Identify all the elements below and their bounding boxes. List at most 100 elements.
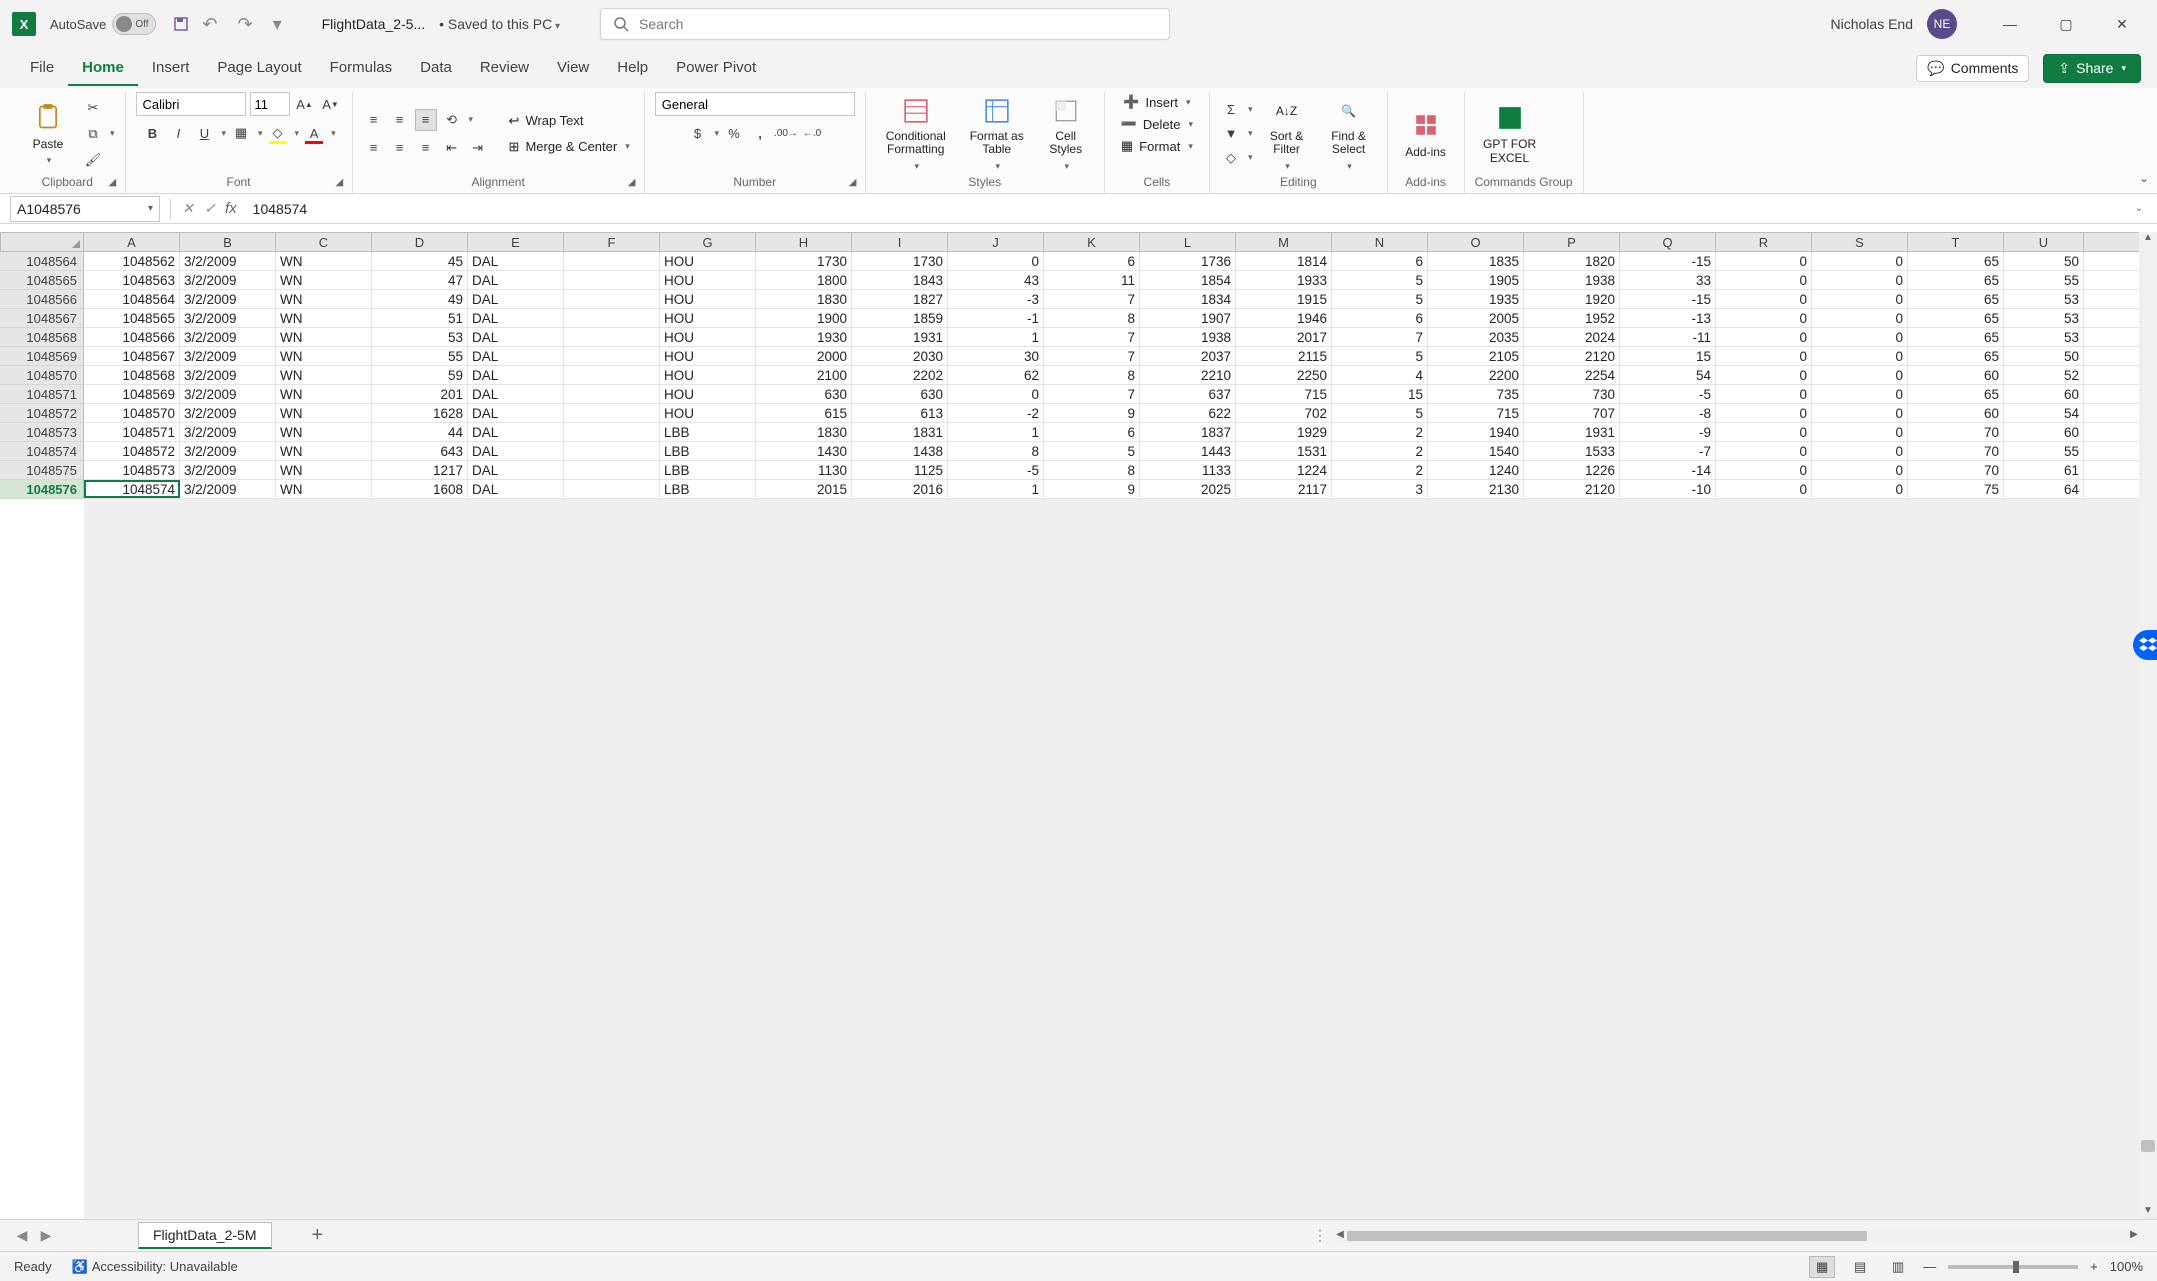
cell[interactable]: 61 [2004,461,2084,479]
cell[interactable]: 715 [1428,404,1524,422]
column-header[interactable]: J [948,233,1044,251]
column-header[interactable]: G [660,233,756,251]
cell[interactable]: 1907 [1140,309,1236,327]
cell[interactable]: HOU [660,309,756,327]
cell[interactable]: 1048574 [84,480,180,498]
vscroll-thumb[interactable] [2141,1140,2155,1152]
username[interactable]: Nicholas End [1831,16,1914,32]
cell[interactable]: 3/2/2009 [180,404,276,422]
cell[interactable]: DAL [468,461,564,479]
sheet-nav-next[interactable]: ▶ [34,1227,58,1244]
sheet-options-icon[interactable]: ⋮ [1313,1227,1327,1244]
cell[interactable]: 1827 [852,290,948,308]
tab-file[interactable]: File [16,51,68,86]
cell[interactable]: -14 [1620,461,1716,479]
cell[interactable]: 55 [2004,442,2084,460]
tab-help[interactable]: Help [603,51,662,86]
cell[interactable]: 1430 [756,442,852,460]
scroll-down-icon[interactable]: ▼ [2139,1205,2157,1219]
cell[interactable]: 65 [1908,328,2004,346]
qat-more-icon[interactable]: ▾ [273,14,282,35]
cell[interactable]: HOU [660,271,756,289]
formula-input[interactable]: 1048574 [245,201,2129,217]
cell[interactable]: WN [276,442,372,460]
collapse-ribbon-button[interactable]: ⌄ [2139,171,2149,185]
cell[interactable]: 1048563 [84,271,180,289]
cell[interactable]: 1933 [1236,271,1332,289]
cell[interactable]: 55 [2004,271,2084,289]
cell[interactable]: 1837 [1140,423,1236,441]
cell[interactable] [564,347,660,365]
cell[interactable]: 1730 [852,252,948,270]
column-header[interactable]: B [180,233,276,251]
cell[interactable]: 0 [1716,442,1812,460]
cell[interactable]: 50 [2004,347,2084,365]
format-as-table-button[interactable]: Format as Table▾ [962,96,1032,172]
vertical-scrollbar[interactable]: ▲ ▼ [2139,232,2157,1219]
cell[interactable]: -7 [1620,442,1716,460]
cell[interactable]: 707 [1524,404,1620,422]
horizontal-scrollbar[interactable]: ◀ ▶ [1337,1229,2137,1243]
select-all-button[interactable] [0,232,84,252]
cell[interactable]: 622 [1140,404,1236,422]
cell[interactable]: 1540 [1428,442,1524,460]
cell[interactable]: -15 [1620,290,1716,308]
cell[interactable]: 49 [372,290,468,308]
cell[interactable]: HOU [660,404,756,422]
cell[interactable]: DAL [468,404,564,422]
cell[interactable] [564,404,660,422]
zoom-thumb[interactable] [2013,1261,2019,1273]
zoom-out-button[interactable]: — [1923,1259,1936,1274]
cell[interactable]: 1940 [1428,423,1524,441]
tab-formulas[interactable]: Formulas [316,51,407,86]
autosum-button[interactable]: Σ [1220,99,1242,121]
cell[interactable]: WN [276,328,372,346]
cell[interactable]: LBB [660,461,756,479]
cell[interactable]: HOU [660,252,756,270]
cell[interactable]: 51 [372,309,468,327]
cell[interactable]: 1 [948,423,1044,441]
cell[interactable]: 2 [1332,461,1428,479]
cell[interactable]: 75 [1908,480,2004,498]
column-header[interactable]: R [1716,233,1812,251]
cell[interactable]: 3 [1332,480,1428,498]
cell[interactable]: 60 [1908,404,2004,422]
save-icon[interactable] [170,13,192,35]
cell[interactable]: DAL [468,366,564,384]
tab-home[interactable]: Home [68,51,138,86]
cell[interactable]: 2254 [1524,366,1620,384]
row-header[interactable]: 1048569 [0,347,84,366]
cell[interactable]: 3/2/2009 [180,290,276,308]
cell[interactable]: 60 [1908,366,2004,384]
cell[interactable]: DAL [468,252,564,270]
cell[interactable]: 1048566 [84,328,180,346]
cell[interactable]: 1240 [1428,461,1524,479]
cell[interactable]: 0 [1716,271,1812,289]
cell[interactable]: 0 [1716,404,1812,422]
cell[interactable]: 0 [1812,366,1908,384]
cell[interactable]: 1531 [1236,442,1332,460]
zoom-slider[interactable] [1948,1265,2078,1269]
row-header[interactable]: 1048568 [0,328,84,347]
column-header[interactable]: L [1140,233,1236,251]
cell[interactable]: 7 [1044,347,1140,365]
cell[interactable]: 1 [948,480,1044,498]
cell[interactable]: WN [276,480,372,498]
cell[interactable]: 1931 [1524,423,1620,441]
cell[interactable]: 65 [1908,271,2004,289]
cell[interactable]: 1946 [1236,309,1332,327]
table-row[interactable]: 10485743/2/2009WN1608DALLBB2015201619202… [84,480,2139,499]
cell[interactable]: 1 [948,328,1044,346]
cell[interactable]: WN [276,461,372,479]
cell[interactable]: 1048567 [84,347,180,365]
row-header[interactable]: 1048567 [0,309,84,328]
cell[interactable]: 4 [1332,366,1428,384]
row-header[interactable]: 1048571 [0,385,84,404]
column-header[interactable]: M [1236,233,1332,251]
bold-button[interactable]: B [141,122,163,144]
minimize-button[interactable]: — [1987,8,2033,40]
cell[interactable]: 53 [2004,290,2084,308]
cell[interactable]: HOU [660,347,756,365]
comma-button[interactable]: , [749,122,771,144]
cell[interactable]: 3/2/2009 [180,328,276,346]
